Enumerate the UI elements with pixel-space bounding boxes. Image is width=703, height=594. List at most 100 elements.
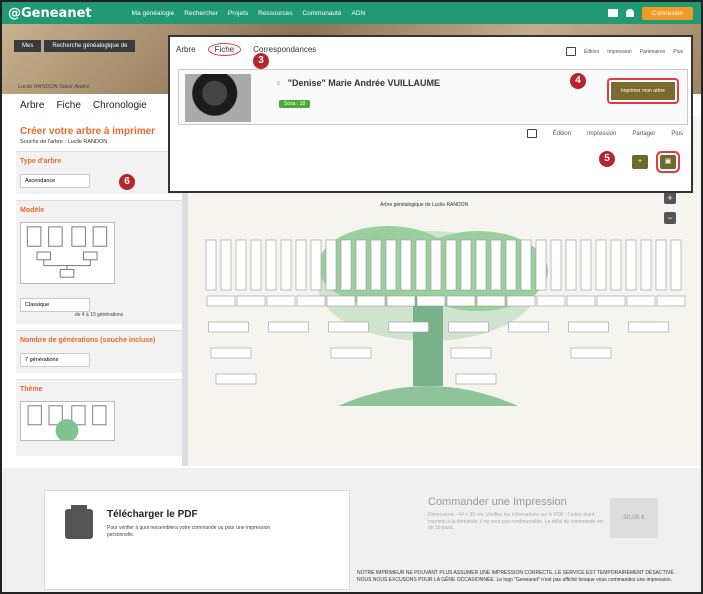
ancestor-box[interactable]: [296, 295, 326, 307]
ancestor-box[interactable]: [550, 239, 562, 291]
ancestor-box[interactable]: [355, 239, 367, 291]
model-select[interactable]: Classique: [20, 298, 90, 312]
mail-icon[interactable]: [607, 9, 618, 17]
ancestor-box[interactable]: [570, 347, 612, 359]
ancestor-box[interactable]: [625, 239, 637, 291]
ancestor-box[interactable]: [400, 239, 412, 291]
ancestor-box[interactable]: [655, 239, 667, 291]
ancestor-box[interactable]: [670, 239, 682, 291]
tab-fiche[interactable]: Fiche: [56, 100, 80, 111]
ancestor-box[interactable]: [236, 295, 266, 307]
ancestor-box[interactable]: [310, 239, 322, 291]
ancestor-box[interactable]: [520, 239, 532, 291]
ancestor-box[interactable]: [215, 373, 257, 385]
nav-communaute[interactable]: Communauté: [302, 10, 341, 17]
ancestor-box[interactable]: [508, 321, 549, 333]
ancestor-box[interactable]: [356, 295, 386, 307]
ancestor-box[interactable]: [580, 239, 592, 291]
ancestor-box[interactable]: [370, 239, 382, 291]
tool2-edition[interactable]: Édition: [553, 131, 571, 137]
ancestor-box[interactable]: [385, 239, 397, 291]
nav-ressources[interactable]: Ressources: [258, 10, 292, 17]
popup-tab-arbre[interactable]: Arbre: [176, 45, 196, 56]
breadcrumb-item[interactable]: Mes: [14, 40, 42, 52]
ancestor-box[interactable]: [455, 373, 497, 385]
ancestor-box[interactable]: [206, 295, 236, 307]
popup-tab-fiche[interactable]: Fiche: [207, 43, 242, 56]
ancestor-box[interactable]: [280, 239, 292, 291]
tool-plus[interactable]: Plus: [673, 49, 683, 55]
print-icon[interactable]: ▣: [660, 155, 676, 169]
tab-chronologie[interactable]: Chronologie: [93, 100, 147, 111]
ancestor-box[interactable]: [626, 295, 656, 307]
ancestor-box[interactable]: [656, 295, 686, 307]
tool-partenaires[interactable]: Partenaires: [640, 49, 666, 55]
ancestor-box[interactable]: [415, 239, 427, 291]
ancestor-box[interactable]: [640, 239, 652, 291]
ancestor-box[interactable]: [610, 239, 622, 291]
ancestor-box[interactable]: [386, 295, 416, 307]
zoom-in-button[interactable]: +: [664, 192, 676, 204]
add-person-icon[interactable]: +: [632, 155, 648, 169]
ancestor-box[interactable]: [476, 295, 506, 307]
ancestor-box[interactable]: [596, 295, 626, 307]
ancestor-box[interactable]: [595, 239, 607, 291]
ancestor-box[interactable]: [326, 295, 356, 307]
tool-impression[interactable]: Impression: [607, 49, 631, 55]
ancestor-box[interactable]: [566, 295, 596, 307]
nav-rechercher[interactable]: Rechercher: [184, 10, 218, 17]
tool2-plus[interactable]: Plus: [671, 131, 683, 137]
ancestor-box[interactable]: [330, 347, 372, 359]
ancestor-box[interactable]: [490, 239, 502, 291]
nav-ma-genealogie[interactable]: Ma généalogie: [132, 10, 175, 17]
ancestor-box[interactable]: [266, 295, 296, 307]
generations-select[interactable]: 7 générations: [20, 353, 90, 367]
ancestor-box[interactable]: [250, 239, 262, 291]
ancestor-box[interactable]: [328, 321, 369, 333]
ancestor-box[interactable]: [325, 239, 337, 291]
ancestor-box[interactable]: [448, 321, 489, 333]
geneanet-logo[interactable]: @Geneanet: [8, 6, 92, 21]
ancestor-box[interactable]: [628, 321, 669, 333]
ancestor-box[interactable]: [220, 239, 232, 291]
ancestor-box[interactable]: [208, 321, 249, 333]
model-thumbnail[interactable]: [20, 222, 115, 284]
ancestor-box[interactable]: [460, 239, 472, 291]
zoom-out-button[interactable]: −: [664, 212, 676, 224]
ancestor-box[interactable]: [295, 239, 307, 291]
ancestor-box[interactable]: [506, 295, 536, 307]
bell-icon[interactable]: [625, 9, 634, 17]
ancestor-box[interactable]: [268, 321, 309, 333]
nav-projets[interactable]: Projets: [228, 10, 248, 17]
ancestor-box[interactable]: [235, 239, 247, 291]
download-pdf-title[interactable]: Télécharger le PDF: [107, 509, 198, 520]
edit-icon[interactable]: [526, 129, 537, 138]
ancestor-box[interactable]: [446, 295, 476, 307]
tool2-partager[interactable]: Partager: [632, 131, 655, 137]
tab-arbre[interactable]: Arbre: [20, 100, 44, 111]
edit-icon[interactable]: [565, 47, 576, 56]
print-tree-button[interactable]: Imprimer mon arbre: [609, 80, 677, 102]
ancestor-box[interactable]: [340, 239, 352, 291]
ancestor-box[interactable]: [445, 239, 457, 291]
ancestor-box[interactable]: [536, 295, 566, 307]
ancestor-box[interactable]: [535, 239, 547, 291]
ancestor-box[interactable]: [416, 295, 446, 307]
breadcrumb-item[interactable]: Recherche généalogique de: [44, 40, 136, 52]
ancestor-box[interactable]: [210, 347, 252, 359]
download-pdf-card[interactable]: Télécharger le PDF Pour vérifier à quoi …: [44, 490, 350, 590]
tool2-impression[interactable]: Impression: [587, 131, 616, 137]
ancestor-box[interactable]: [565, 239, 577, 291]
ancestor-box[interactable]: [388, 321, 429, 333]
tool-edition[interactable]: Édition: [584, 49, 599, 55]
ancestor-box[interactable]: [568, 321, 609, 333]
ancestor-box[interactable]: [450, 347, 492, 359]
ancestor-box[interactable]: [205, 239, 217, 291]
tree-type-select[interactable]: Ascendance: [20, 174, 90, 188]
ancestor-box[interactable]: [475, 239, 487, 291]
nav-adn[interactable]: ADN: [351, 10, 365, 17]
connexion-button[interactable]: Connexion: [641, 6, 693, 20]
ancestor-box[interactable]: [430, 239, 442, 291]
ancestor-box[interactable]: [505, 239, 517, 291]
theme-thumbnail[interactable]: [20, 401, 115, 442]
